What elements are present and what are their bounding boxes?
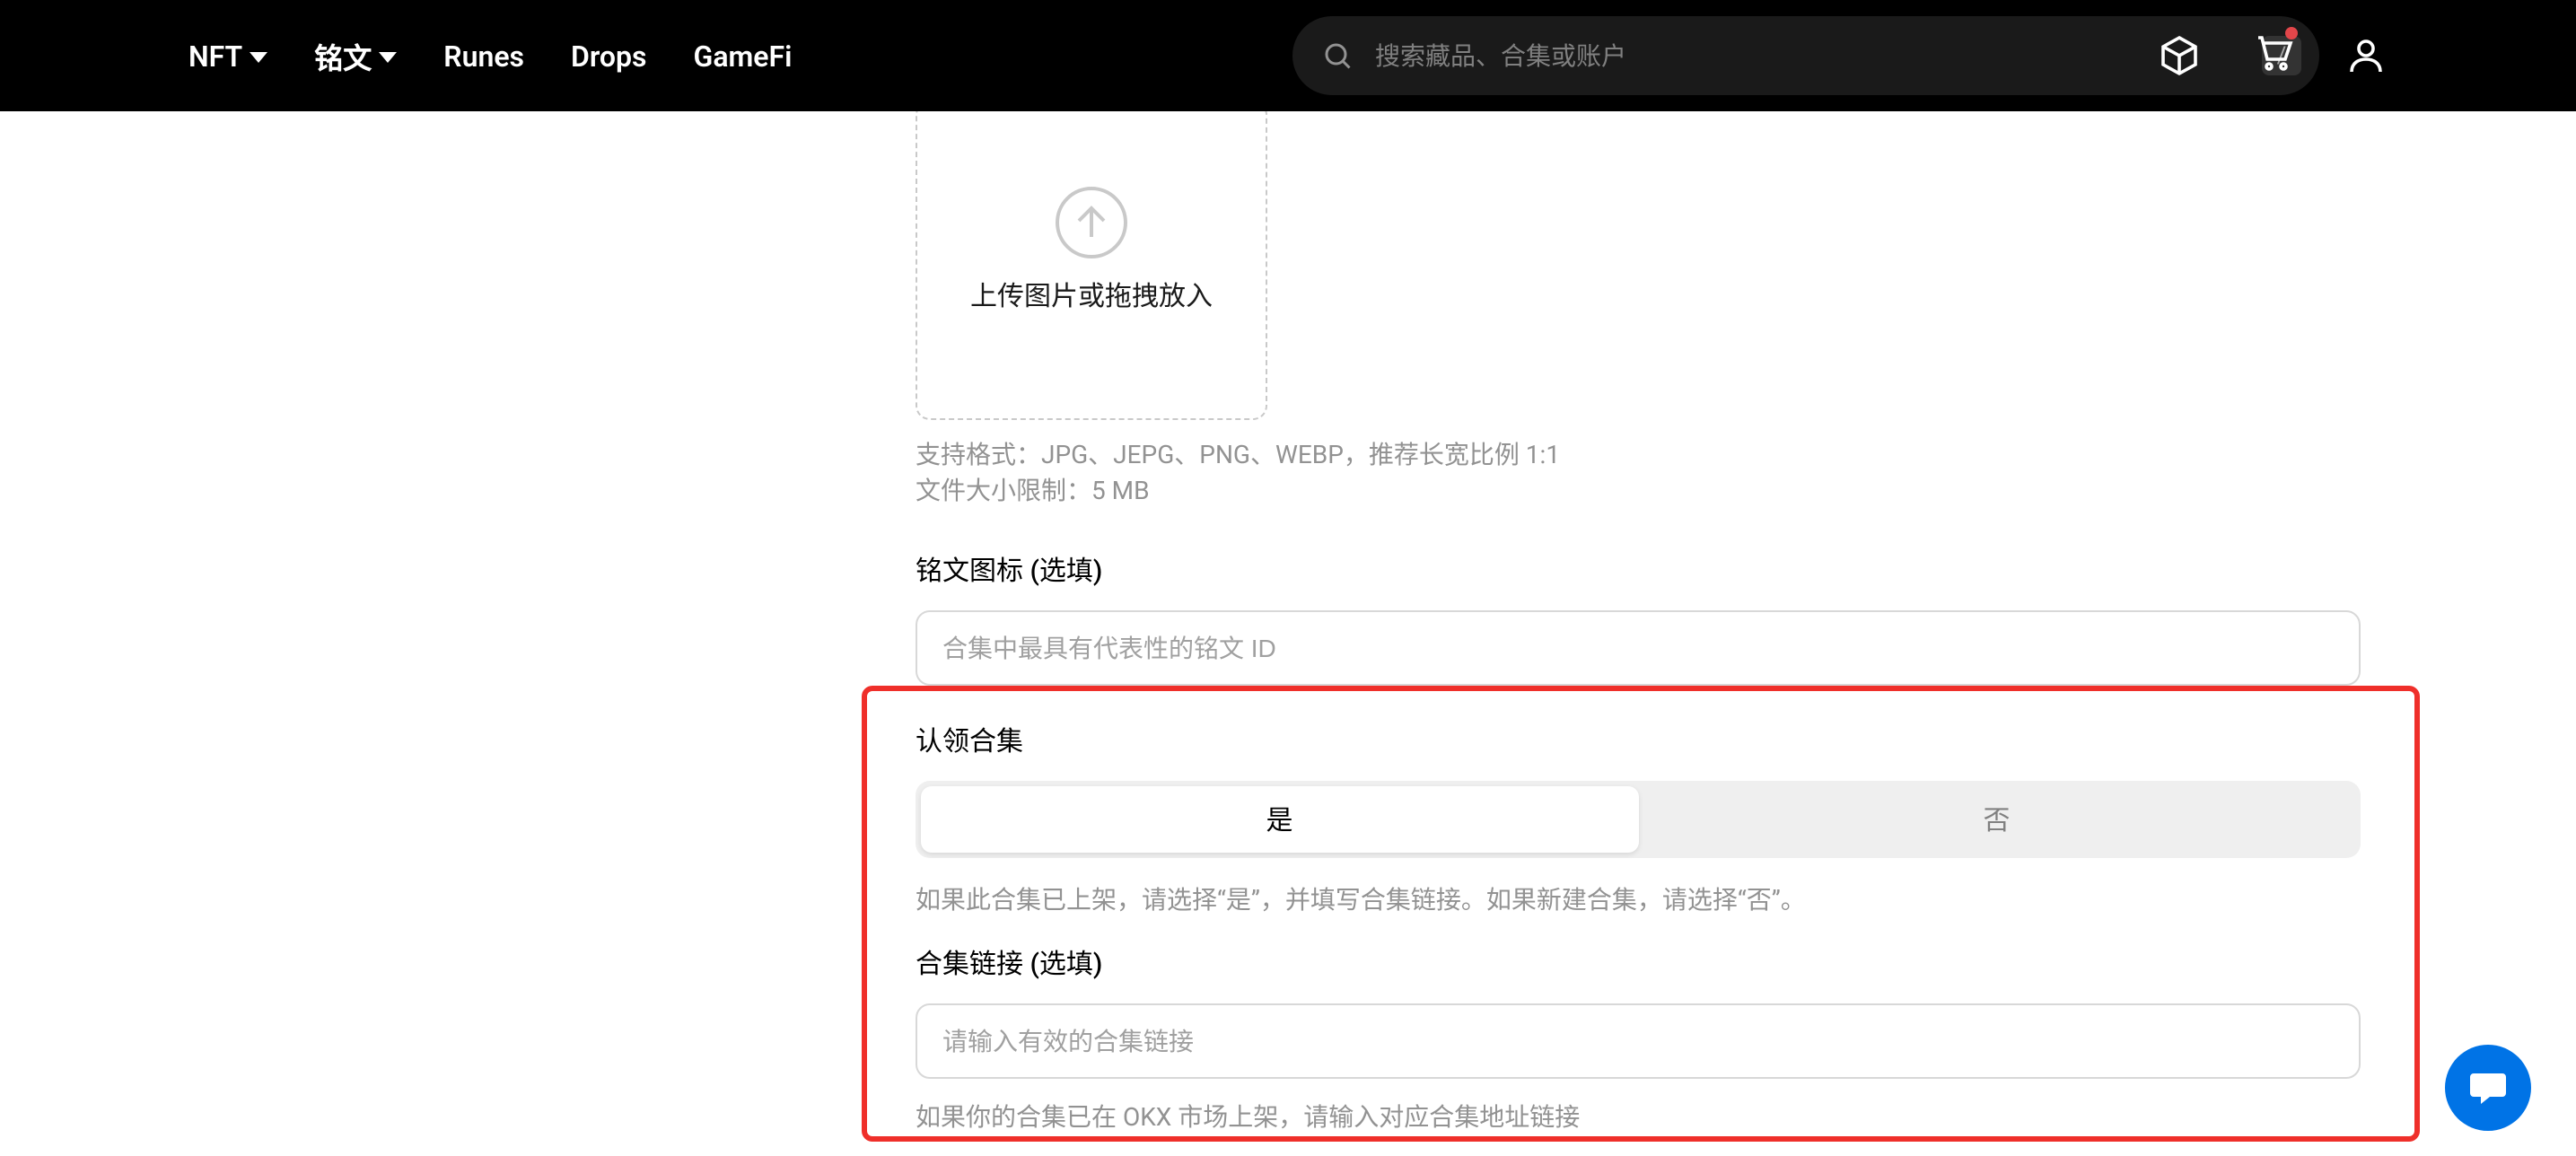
chat-support-button[interactable] [2445,1045,2531,1131]
claim-hint: 如果此合集已上架，请选择“是”，并填写合集链接。如果新建合集，请选择“否”。 [916,883,2361,920]
claim-toggle-group: 是 否 [916,781,2361,858]
upload-hint-line: 文件大小限制：5 MB [916,475,1560,512]
nav-item-label: Drops [571,39,647,73]
user-icon[interactable] [2344,34,2388,77]
nav-item-runes[interactable]: Runes [443,39,524,73]
nav-item-gamefi[interactable]: GameFi [694,39,793,73]
nav-item-label: NFT [188,39,242,73]
field-label: 合集链接 (选填) [916,944,2361,982]
collection-link-input[interactable] [916,1003,2361,1079]
chat-icon [2466,1066,2510,1109]
claim-option-yes[interactable]: 是 [921,786,1638,853]
nav-item-inscriptions[interactable]: 铭文 [314,34,397,77]
section-collection-link: 合集链接 (选填) 如果你的合集已在 OKX 市场上架，请输入对应合集地址链接 [916,944,2361,1137]
top-nav: NFT 铭文 Runes Drops GameFi / [0,0,2576,111]
inscription-icon-input[interactable] [916,610,2361,686]
upload-hint-line: 支持格式：JPG、JEPG、PNG、WEBP，推荐长宽比例 1:1 [916,438,1560,475]
nav-item-label: GameFi [694,39,793,73]
nav-item-label: 铭文 [314,34,372,77]
section-inscription-icon: 铭文图标 (选填) [916,551,2361,686]
section-claim-collection: 认领合集 是 否 如果此合集已上架，请选择“是”，并填写合集链接。如果新建合集，… [916,722,2361,920]
nav-item-drops[interactable]: Drops [571,39,647,73]
upload-label: 上传图片或拖拽放入 [970,276,1213,314]
nav-links: NFT 铭文 Runes Drops GameFi [188,34,792,77]
link-hint: 如果你的合集已在 OKX 市场上架，请输入对应合集地址链接 [916,1100,2361,1137]
package-icon[interactable] [2158,34,2201,77]
chevron-down-icon [379,52,397,63]
search-input[interactable] [1375,41,2262,70]
claim-option-no[interactable]: 否 [1638,786,2355,853]
upload-icon [1052,183,1131,262]
page-body: 上传图片或拖拽放入 支持格式：JPG、JEPG、PNG、WEBP，推荐长宽比例 … [0,111,2576,1156]
field-label: 认领合集 [916,722,2361,759]
notification-dot-icon [2285,27,2298,39]
field-label: 铭文图标 (选填) [916,551,2361,589]
nav-item-label: Runes [443,39,524,73]
nav-item-nft[interactable]: NFT [188,39,267,73]
search-icon [1321,39,1354,72]
cart-button[interactable] [2251,31,2294,81]
nav-right [2158,0,2388,111]
upload-hint: 支持格式：JPG、JEPG、PNG、WEBP，推荐长宽比例 1:1 文件大小限制… [916,438,1560,511]
chevron-down-icon [250,52,267,63]
image-upload-dropzone[interactable]: 上传图片或拖拽放入 [916,111,1267,420]
